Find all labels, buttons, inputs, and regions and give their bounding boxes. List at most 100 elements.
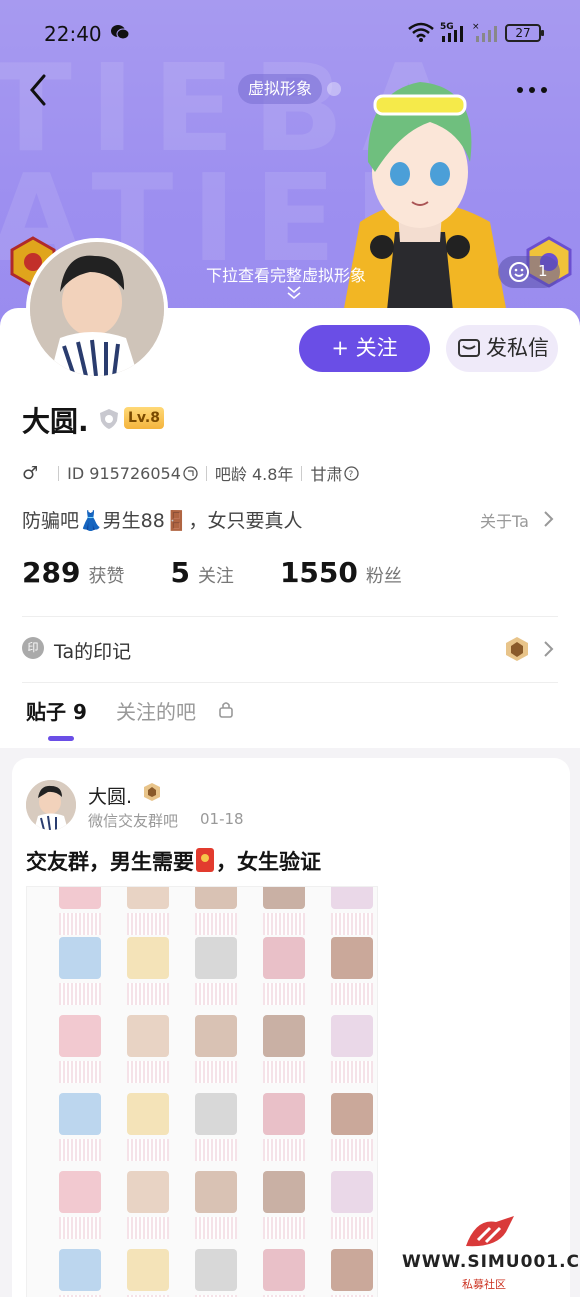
medal-icon xyxy=(144,783,160,801)
follow-button[interactable]: + 关注 xyxy=(299,325,430,372)
seal-row-label[interactable]: Ta的印记 xyxy=(54,637,131,664)
divider xyxy=(301,465,303,481)
profile-stats: 289 获赞 5 关注 1550 粉丝 xyxy=(22,556,402,589)
thumbnail-caption-blur xyxy=(127,913,169,935)
copy-icon[interactable] xyxy=(183,465,198,481)
thumbnail xyxy=(263,887,305,909)
divider xyxy=(22,616,558,617)
thumbnail xyxy=(127,1249,169,1291)
svg-text:5G: 5G xyxy=(440,22,454,32)
post-bar-name[interactable]: 微信交友群吧 xyxy=(88,810,178,831)
thumbnail xyxy=(263,937,305,979)
post-title-part1: 交友群，男生需要 xyxy=(26,850,194,874)
thumbnail xyxy=(59,887,101,909)
virtual-avatar-chip[interactable]: 虚拟形象 xyxy=(238,74,323,104)
watermark-text: WWW.SIMU001.CN xyxy=(402,1252,580,1272)
thumbnail xyxy=(127,887,169,909)
thumbnail-caption-blur xyxy=(59,1061,101,1083)
signal-secondary-icon: × xyxy=(472,22,497,42)
thumbnail xyxy=(263,1015,305,1057)
seal-icon: 印 xyxy=(22,637,44,659)
thumbnail-caption-blur xyxy=(263,1217,305,1239)
mail-icon xyxy=(458,339,480,357)
fans-label[interactable]: 粉丝 xyxy=(366,562,402,588)
thumbnail xyxy=(331,887,373,909)
watermark-subtext: 私募社区 xyxy=(462,1278,506,1291)
thumbnail xyxy=(331,937,373,979)
thumbnail xyxy=(195,937,237,979)
thumbnail-caption-blur xyxy=(195,1217,237,1239)
lock-icon xyxy=(219,702,233,718)
following-label[interactable]: 关注 xyxy=(198,562,234,588)
tab-active-indicator xyxy=(48,736,74,741)
avatar[interactable] xyxy=(26,238,168,380)
message-button[interactable]: 发私信 xyxy=(446,325,558,372)
likes-label: 获赞 xyxy=(88,566,125,587)
medal-icon xyxy=(506,637,528,661)
fans-count[interactable]: 1550 xyxy=(280,556,358,589)
thumbnail xyxy=(127,1171,169,1213)
thumbnail-caption-blur xyxy=(127,1217,169,1239)
thumbnail xyxy=(263,1249,305,1291)
thumbnail xyxy=(331,1015,373,1057)
chevron-right-icon xyxy=(544,511,554,527)
divider xyxy=(205,465,207,481)
battery-indicator: 27 xyxy=(505,24,544,42)
thumbnail xyxy=(195,887,237,909)
post-author-photo xyxy=(26,780,76,830)
svg-text:×: × xyxy=(472,22,480,32)
tab-followed-bars[interactable]: 关注的吧 xyxy=(116,696,196,725)
thumbnail-caption-blur xyxy=(195,1061,237,1083)
thumbnail xyxy=(127,1015,169,1057)
bar-age: 吧龄 4.8年 xyxy=(214,465,294,484)
thumbnail-caption-blur xyxy=(331,1061,373,1083)
pull-down-hint: 下拉查看完整虚拟形象 xyxy=(206,266,367,285)
post-date: 01-18 xyxy=(200,810,244,828)
thumbnail-caption-blur xyxy=(331,913,373,935)
thumbnail-caption-blur xyxy=(331,1217,373,1239)
post-author-avatar[interactable] xyxy=(26,780,76,830)
status-time: 22:40 xyxy=(44,22,102,46)
thumbnail-caption-blur xyxy=(59,913,101,935)
thumbnail xyxy=(127,1093,169,1135)
following-count[interactable]: 5 xyxy=(170,556,189,589)
tab-posts[interactable]: 贴子 9 xyxy=(26,696,87,725)
virtual-avatar-figure[interactable] xyxy=(330,62,510,330)
thumbnail-caption-blur xyxy=(195,983,237,1005)
thumbnail xyxy=(59,1015,101,1057)
avatar-photo xyxy=(30,242,164,376)
thumbnail xyxy=(59,1249,101,1291)
level-badge[interactable]: Lv.8 xyxy=(124,407,164,429)
user-id: ID 915726054 xyxy=(67,463,181,483)
wifi-icon xyxy=(408,22,434,42)
signal-5g-icon: 5G xyxy=(440,22,463,42)
help-icon[interactable]: ? xyxy=(344,465,360,481)
chevron-down-icon xyxy=(287,286,301,300)
post-title[interactable]: 交友群，男生需要 ，女生验证 xyxy=(26,846,321,876)
thumbnail-caption-blur xyxy=(127,1061,169,1083)
post-author-name[interactable]: 大圆. xyxy=(88,782,132,809)
thumbnail xyxy=(127,937,169,979)
about-link[interactable]: 关于Ta xyxy=(480,508,529,532)
thumbnail xyxy=(331,1093,373,1135)
profile-name: 大圆. xyxy=(22,405,89,438)
post-image[interactable] xyxy=(26,886,378,1297)
thumbnail-caption-blur xyxy=(59,983,101,1005)
more-icon[interactable] xyxy=(515,84,549,96)
likes-count: 289 xyxy=(22,556,81,589)
wechat-icon xyxy=(111,25,130,40)
thumbnail xyxy=(331,1249,373,1291)
watermark-logo-icon xyxy=(466,1216,514,1247)
thumbnail xyxy=(195,1171,237,1213)
thumbnail-caption-blur xyxy=(263,983,305,1005)
chevron-right-icon[interactable] xyxy=(542,640,554,658)
profile-bio: 防骗吧👗男生88🚪，女只要真人 xyxy=(22,510,303,532)
watermark: WWW.SIMU001.CN 私募社区 xyxy=(400,1212,580,1292)
thumbnail-caption-blur xyxy=(195,1139,237,1161)
shield-icon xyxy=(100,409,118,429)
back-button[interactable] xyxy=(24,72,54,108)
smile-icon xyxy=(509,262,529,282)
avatar-like-button[interactable]: 1 xyxy=(498,256,560,288)
svg-text:?: ? xyxy=(349,470,354,480)
avatar-like-count: 1 xyxy=(538,262,548,280)
